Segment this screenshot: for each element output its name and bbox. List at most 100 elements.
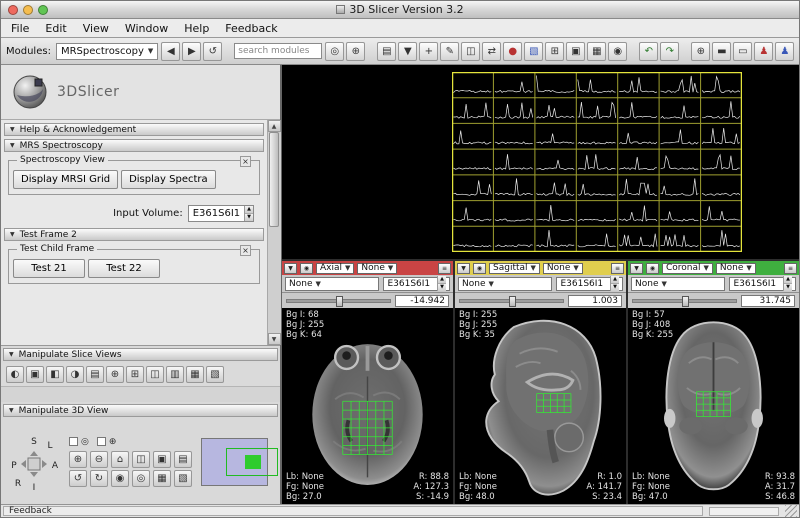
layout-yellow-only-icon[interactable]: ▥: [166, 366, 184, 383]
pin-icon[interactable]: ▼: [630, 263, 643, 274]
section-help-acknowledgement[interactable]: ▼ Help & Acknowledgement: [4, 123, 264, 136]
menu-help[interactable]: Help: [184, 22, 209, 35]
slices-interpolation-icon[interactable]: ▤: [86, 366, 104, 383]
slices-label-opacity-icon[interactable]: ◧: [46, 366, 64, 383]
save-scene-icon[interactable]: ▼: [398, 42, 417, 61]
spinner-icons[interactable]: ▲▼: [244, 206, 253, 221]
search-modules-input[interactable]: [234, 43, 322, 59]
rotate-left-3d-icon[interactable]: ↺: [69, 470, 87, 487]
menu-edit[interactable]: Edit: [45, 22, 66, 35]
search-modules-icon[interactable]: ◎: [325, 42, 344, 61]
annotation-icon[interactable]: ▬: [712, 42, 731, 61]
select-mode-checkbox[interactable]: ⊕: [97, 437, 117, 447]
zoom-in-3d-icon[interactable]: ⊕: [69, 451, 87, 468]
orientation-select[interactable]: Coronal▼: [662, 263, 713, 274]
menu-file[interactable]: File: [11, 22, 29, 35]
zoom-mode-checkbox[interactable]: ◎: [69, 437, 89, 447]
fiducials-icon[interactable]: ●: [503, 42, 522, 61]
layout-fourup-icon[interactable]: ▦: [587, 42, 606, 61]
test-21-button[interactable]: Test 21: [13, 259, 85, 278]
add-volume-icon[interactable]: +: [419, 42, 438, 61]
close-icon[interactable]: ×: [240, 156, 251, 167]
slice-offset-slider[interactable]: [286, 299, 391, 303]
spin-3d-icon[interactable]: ◉: [111, 470, 129, 487]
slices-annotations-icon[interactable]: ▧: [206, 366, 224, 383]
background-volume-select[interactable]: E361S6I1▲▼: [556, 277, 623, 291]
scrollbar-thumb[interactable]: [269, 132, 279, 227]
label-layer-select[interactable]: None▼: [631, 277, 725, 291]
background-volume-select[interactable]: E361S6I1▲▼: [729, 277, 796, 291]
previous-module-icon[interactable]: ◀: [161, 42, 180, 61]
next-module-icon[interactable]: ▶: [182, 42, 201, 61]
transforms-icon[interactable]: ⇄: [482, 42, 501, 61]
stereo-3d-icon[interactable]: ◫: [132, 451, 150, 468]
foreground-select[interactable]: None▼: [716, 263, 756, 274]
visibility-eye-icon[interactable]: ◉: [646, 263, 659, 274]
section-manipulate-3d-view[interactable]: ▼ Manipulate 3D View: [3, 404, 278, 417]
module-scrollbar[interactable]: ▲ ▼: [267, 120, 280, 345]
label-layer-select[interactable]: None▼: [458, 277, 552, 291]
orientation-select[interactable]: Axial▼: [316, 263, 354, 274]
display-spectra-button[interactable]: Display Spectra: [121, 170, 216, 189]
slice-image-axial[interactable]: Bg I: 68Bg J: 255Bg K: 64Lb: NoneFg: Non…: [282, 308, 453, 504]
axis-labels-3d-icon[interactable]: ▤: [174, 451, 192, 468]
screenshot-3d-icon[interactable]: ▦: [153, 470, 171, 487]
slider-thumb[interactable]: [336, 296, 343, 307]
user-feedback-icon[interactable]: ♟: [754, 42, 773, 61]
pin-icon[interactable]: ▼: [284, 263, 297, 274]
zoom-window-button[interactable]: [38, 5, 48, 15]
test-22-button[interactable]: Test 22: [88, 259, 160, 278]
spinner-icons[interactable]: ▲▼: [783, 276, 792, 291]
close-icon[interactable]: ×: [240, 245, 251, 256]
display-mrsi-grid-button[interactable]: Display MRSI Grid: [13, 170, 118, 189]
scroll-down-icon[interactable]: ▼: [268, 333, 281, 345]
layout-red-only-icon[interactable]: ◫: [146, 366, 164, 383]
zoom-out-3d-icon[interactable]: ⊖: [90, 451, 108, 468]
editor-icon[interactable]: ✎: [440, 42, 459, 61]
menu-view[interactable]: View: [83, 22, 109, 35]
view-axis-compass[interactable]: SPAIRL: [7, 432, 61, 492]
navigation-preview[interactable]: [201, 438, 268, 486]
slices-fg-bg-icon[interactable]: ◑: [66, 366, 84, 383]
input-volume-select[interactable]: E361S6I1 ▲▼: [188, 205, 254, 222]
ruler-icon[interactable]: ▭: [733, 42, 752, 61]
center-3d-icon[interactable]: ⌂: [111, 451, 129, 468]
undo-icon[interactable]: ↶: [639, 42, 658, 61]
pin-icon[interactable]: ▼: [457, 263, 470, 274]
layout-3d-only-icon[interactable]: ▣: [566, 42, 585, 61]
slice-offset-value[interactable]: 31.745: [741, 295, 795, 307]
spectroscopy-grid-panel[interactable]: [282, 65, 799, 259]
menu-window[interactable]: Window: [125, 22, 168, 35]
orientation-select[interactable]: Sagittal▼: [489, 263, 540, 274]
checkbox[interactable]: [97, 437, 106, 446]
colors-icon[interactable]: ▧: [524, 42, 543, 61]
background-volume-select[interactable]: E361S6I1▲▼: [383, 277, 450, 291]
slider-thumb[interactable]: [682, 296, 689, 307]
slice-offset-value[interactable]: -14.942: [395, 295, 449, 307]
layout-compare-icon[interactable]: ⊞: [126, 366, 144, 383]
module-history-icon[interactable]: ↺: [203, 42, 222, 61]
scrollbar-track[interactable]: [268, 132, 281, 333]
section-manipulate-slice-views[interactable]: ▼ Manipulate Slice Views: [3, 348, 278, 361]
user-account-icon[interactable]: ♟: [775, 42, 794, 61]
spinner-icons[interactable]: ▲▼: [610, 276, 619, 291]
modules-combobox[interactable]: MRSpectroscopy ▼: [56, 43, 158, 60]
slice-offset-slider[interactable]: [632, 299, 737, 303]
visibility-eye-icon[interactable]: ◉: [473, 263, 486, 274]
spinner-icons[interactable]: ▲▼: [437, 276, 446, 291]
checkbox[interactable]: [69, 437, 78, 446]
slice-image-coronal[interactable]: Bg I: 57Bg J: 408Bg K: 255Lb: NoneFg: No…: [628, 308, 799, 504]
rotate-right-3d-icon[interactable]: ↻: [90, 470, 108, 487]
foreground-select[interactable]: None▼: [543, 263, 583, 274]
viewer-menu-icon[interactable]: ≡: [438, 263, 451, 274]
slices-fit-icon[interactable]: ▣: [26, 366, 44, 383]
orthographic-3d-icon[interactable]: ▣: [153, 451, 171, 468]
slice-offset-value[interactable]: 1.003: [568, 295, 622, 307]
section-mrs-spectroscopy[interactable]: ▼ MRS Spectroscopy: [4, 139, 264, 152]
resize-grip[interactable]: [785, 505, 797, 517]
crosshair-icon[interactable]: ⊕: [691, 42, 710, 61]
label-layer-select[interactable]: None▼: [285, 277, 379, 291]
redo-icon[interactable]: ↷: [660, 42, 679, 61]
scroll-up-icon[interactable]: ▲: [268, 120, 281, 132]
visibility-eye-icon[interactable]: ◉: [300, 263, 313, 274]
